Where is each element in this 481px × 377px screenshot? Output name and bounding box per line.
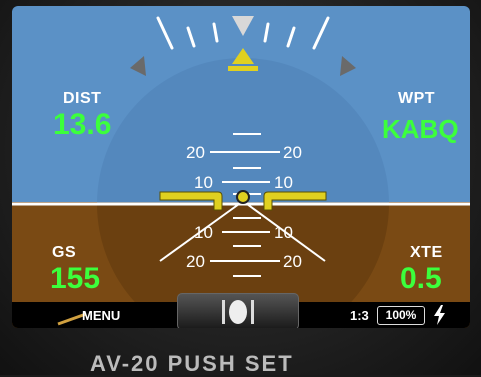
gs-label: GS <box>52 244 77 261</box>
menu-button[interactable]: MENU <box>82 308 120 323</box>
lightning-bolt-icon <box>434 305 445 325</box>
dist-label: DIST <box>63 90 102 107</box>
wpt-label: WPT <box>398 90 436 107</box>
pitch-label-down20-right: 20 <box>283 252 302 271</box>
pitch-label-down10-left: 10 <box>194 223 213 242</box>
gs-value: 155 <box>50 262 101 295</box>
pitch-label-up10-left: 10 <box>194 173 213 192</box>
slip-ball-graphic <box>222 300 254 324</box>
scale-label: 1:3 <box>350 308 369 323</box>
device-label: AV-20 PUSH SET <box>90 351 294 376</box>
slip-indicator <box>177 293 299 328</box>
pitch-label-up10-right: 10 <box>274 173 293 192</box>
xte-label: XTE <box>410 244 443 261</box>
xte-value: 0.5 <box>400 262 442 295</box>
zoom-indicator[interactable]: 100% <box>377 306 425 325</box>
pitch-label-up20-left: 20 <box>186 143 205 162</box>
attitude-display: 20 20 10 10 10 10 20 20 DIST 13.6 WPT KA… <box>12 6 470 328</box>
pitch-label-down20-left: 20 <box>186 252 205 271</box>
pitch-label-down10-right: 10 <box>274 223 293 242</box>
instrument-bezel: 20 20 10 10 10 10 20 20 DIST 13.6 WPT KA… <box>0 0 481 376</box>
dist-value: 13.6 <box>53 108 112 141</box>
wpt-value: KABQ <box>382 114 459 144</box>
pitch-label-up20-right: 20 <box>283 143 302 162</box>
